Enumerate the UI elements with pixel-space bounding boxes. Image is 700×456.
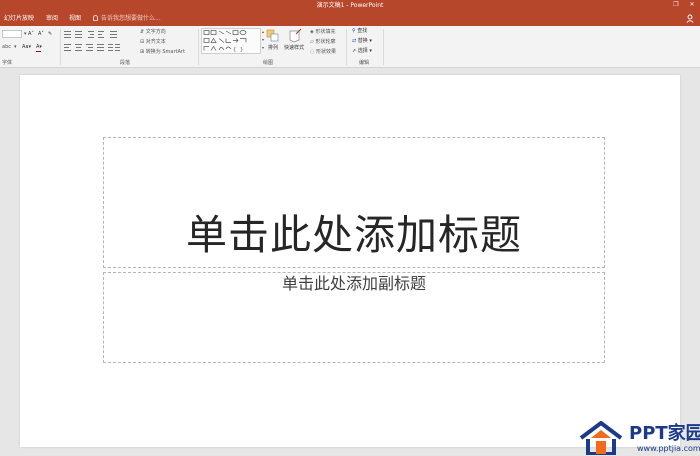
tell-me-search[interactable]: 告诉我您想要做什么... xyxy=(93,14,161,23)
convert-smartart-button[interactable]: ⊞ 转换为 SmartArt xyxy=(140,49,185,55)
user-icon[interactable] xyxy=(686,14,694,23)
align-icons[interactable] xyxy=(64,43,142,52)
shape-outline-button[interactable]: ▱ 形状轮廓 xyxy=(310,39,335,45)
svg-text:}: } xyxy=(240,47,243,53)
dropdown-arrow-icon: ▾ xyxy=(367,48,372,54)
dropdown-arrow-icon: ▾ xyxy=(367,38,372,44)
grow-font-icon[interactable]: A˄ xyxy=(28,31,34,37)
lightbulb-icon xyxy=(93,15,98,21)
house-logo-icon xyxy=(579,421,623,455)
group-separator xyxy=(346,29,347,65)
text-direction-button[interactable]: ⇵ 文字方向 xyxy=(140,29,166,35)
font-color-bar xyxy=(36,51,41,52)
subtitle-placeholder-text: 单击此处添加副标题 xyxy=(281,274,426,293)
group-separator xyxy=(198,29,199,65)
shape-effects-label: 形状效果 xyxy=(315,49,336,55)
watermark-brand: PPT家园 xyxy=(629,423,700,444)
replace-button[interactable]: ⇄ 替换 ▾ xyxy=(352,38,372,44)
tab-review[interactable]: 审阅 xyxy=(46,14,58,23)
shape-effects-button[interactable]: ◌ 形状效果 xyxy=(310,49,336,55)
dropdown-arrow-icon[interactable]: ▾ xyxy=(14,44,17,50)
clear-format-icon[interactable]: ✎ xyxy=(48,31,52,37)
watermark-url: www.pptjia.com xyxy=(637,444,700,453)
dropdown-arrow-icon[interactable]: ▾ xyxy=(24,31,27,37)
replace-label: 替换 xyxy=(357,38,368,44)
tab-slideshow[interactable]: 幻灯片放映 xyxy=(4,14,34,23)
quick-styles-icon[interactable] xyxy=(287,28,303,44)
group-label-font: 字体 xyxy=(2,60,13,66)
arrange-button[interactable]: 排列 xyxy=(268,45,278,51)
convert-smartart-label: 转换为 SmartArt xyxy=(145,49,185,55)
tell-me-text: 告诉我您想要做什么... xyxy=(101,15,161,22)
group-separator xyxy=(60,29,61,65)
ribbon-tabs: 幻灯片放映 审阅 视图 告诉我您想要做什么... xyxy=(0,11,700,26)
font-size-combo[interactable] xyxy=(2,30,22,38)
title-placeholder[interactable]: 单击此处添加标题 xyxy=(103,137,605,268)
change-case-icon[interactable]: Aa▾ xyxy=(22,44,31,50)
slide-canvas[interactable]: 单击此处添加标题 单击此处添加副标题 xyxy=(20,75,680,447)
group-label-paragraph: 段落 xyxy=(120,60,131,66)
shape-fill-label: 形状填充 xyxy=(315,29,336,35)
watermark-logo: PPT家园 www.pptjia.com xyxy=(577,420,700,456)
find-button[interactable]: ⚲ 查找 xyxy=(352,28,367,34)
close-icon[interactable]: ✕ xyxy=(688,1,696,9)
ribbon: ▾ A˄ A˅ ✎ abc ▾ Aa▾ A▾ 字体 ⇵ 文字方向 ⊟ 对齐文本 … xyxy=(0,26,700,68)
shapes-gallery-icons: {} xyxy=(203,30,247,53)
select-button[interactable]: ➚ 选择 ▾ xyxy=(352,48,372,54)
quick-styles-button[interactable]: 快速样式 xyxy=(284,45,304,51)
find-label: 查找 xyxy=(357,28,368,34)
tab-view[interactable]: 视图 xyxy=(69,14,81,23)
group-separator xyxy=(383,29,384,65)
title-placeholder-text: 单击此处添加标题 xyxy=(186,211,522,259)
list-indent-icons[interactable] xyxy=(64,30,142,39)
shrink-font-icon[interactable]: A˅ xyxy=(38,31,44,37)
shape-fill-button[interactable]: ◈ 形状填充 xyxy=(310,29,335,35)
text-direction-label: 文字方向 xyxy=(145,29,166,35)
arrange-icon[interactable] xyxy=(266,29,280,43)
shape-outline-label: 形状轮廓 xyxy=(315,39,336,45)
group-label-drawing: 绘图 xyxy=(263,60,274,66)
title-bar: 演示文稿1 - PowerPoint ❐ ✕ xyxy=(0,0,700,11)
subtitle-placeholder[interactable]: 单击此处添加副标题 xyxy=(103,272,605,363)
align-text-button[interactable]: ⊟ 对齐文本 xyxy=(140,39,166,45)
group-label-editing: 编辑 xyxy=(359,60,370,66)
align-text-label: 对齐文本 xyxy=(145,39,166,45)
window-title: 演示文稿1 - PowerPoint xyxy=(316,2,384,9)
select-label: 选择 xyxy=(357,48,368,54)
char-spacing-icon[interactable]: abc xyxy=(2,44,11,50)
restore-ribbon-icon[interactable]: ❐ xyxy=(672,1,680,9)
svg-text:{: { xyxy=(233,47,236,53)
font-color-icon[interactable]: A▾ xyxy=(36,44,42,50)
shapes-gallery[interactable]: {} xyxy=(201,28,261,54)
